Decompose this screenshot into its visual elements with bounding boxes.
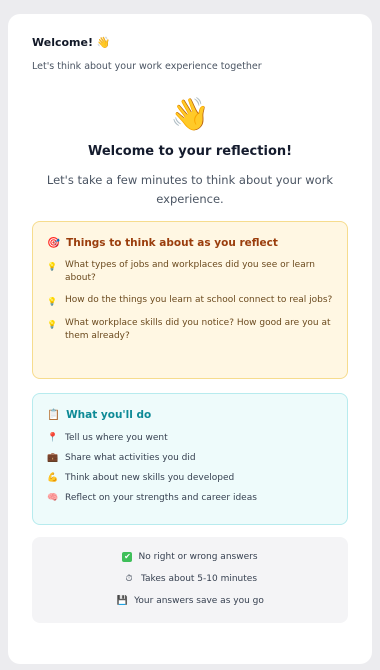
things-to-think-label: Things to think about as you reflect — [66, 236, 278, 249]
brain-icon: 🧠 — [47, 492, 59, 503]
list-item-text: Tell us where you went — [65, 432, 168, 443]
list-item-text: How do the things you learn at school co… — [65, 295, 333, 305]
header-subtitle: Let's think about your work experience t… — [32, 61, 262, 72]
things-to-think-box: 🎯 Things to think about as you reflect 💡… — [32, 221, 348, 379]
what-youll-do-label: What you'll do — [66, 408, 152, 421]
flexed-arm-icon: 💪 — [47, 472, 59, 483]
what-youll-do-box: 📋 What you'll do 📍 Tell us where you wen… — [32, 393, 348, 525]
waving-hand-icon: 👋 — [170, 95, 210, 133]
list-item: 🧠 Reflect on your strengths and career i… — [47, 492, 333, 503]
list-item-text: Share what activities you did — [65, 452, 196, 463]
header-title: Welcome! 👋 — [32, 36, 111, 49]
hero-title: Welcome to your reflection! — [87, 144, 293, 159]
clipboard-icon: 📋 — [47, 409, 61, 421]
list-item-text: Reflect on your strengths and career ide… — [65, 492, 257, 503]
think-list: 💡 What types of jobs and workplaces did … — [47, 259, 333, 343]
info-item: ✔ No right or wrong answers — [32, 551, 348, 563]
info-item-text: Takes about 5-10 minutes — [140, 574, 258, 584]
what-youll-do-title: 📋 What you'll do — [47, 408, 333, 422]
stopwatch-icon: ⏱ — [125, 574, 133, 584]
reflection-card: Welcome! 👋 Let's think about your work e… — [8, 14, 372, 664]
map-pin-icon: 📍 — [47, 432, 59, 443]
list-item-text: What types of jobs and workplaces did yo… — [65, 260, 315, 283]
things-to-think-title: 🎯 Things to think about as you reflect — [47, 236, 333, 250]
list-item-text: What workplace skills did you notice? Ho… — [65, 318, 331, 341]
list-item: 📍 Tell us where you went — [47, 432, 333, 443]
lightbulb-icon: 💡 — [47, 297, 57, 306]
lightbulb-icon: 💡 — [47, 262, 57, 271]
target-icon: 🎯 — [47, 237, 61, 249]
check-icon: ✔ — [122, 552, 133, 562]
info-item: 💾 Your answers save as you go — [32, 595, 348, 607]
hero-subtitle: Let's take a few minutes to think about … — [46, 173, 334, 206]
lightbulb-icon: 💡 — [47, 320, 57, 329]
list-item-text: Think about new skills you developed — [65, 472, 235, 483]
info-item-text: No right or wrong answers — [138, 552, 258, 562]
list-item: 💡 What workplace skills did you notice? … — [47, 317, 333, 343]
info-item: ⏱ Takes about 5-10 minutes — [32, 573, 348, 585]
briefcase-icon: 💼 — [47, 452, 59, 463]
save-icon: 💾 — [116, 596, 128, 606]
info-item-text: Your answers save as you go — [134, 596, 264, 606]
list-item: 💼 Share what activities you did — [47, 452, 333, 463]
list-item: 💪 Think about new skills you developed — [47, 472, 333, 483]
info-box: ✔ No right or wrong answers ⏱ Takes abou… — [32, 537, 348, 623]
list-item: 💡 What types of jobs and workplaces did … — [47, 259, 333, 285]
todo-list: 📍 Tell us where you went 💼 Share what ac… — [47, 432, 333, 503]
list-item: 💡 How do the things you learn at school … — [47, 294, 333, 308]
